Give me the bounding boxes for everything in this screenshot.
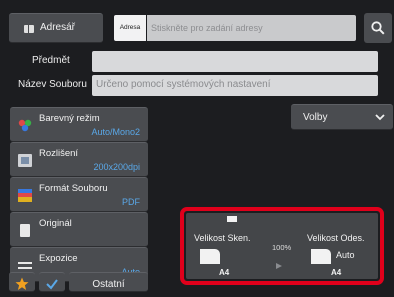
send-size-value: Auto	[336, 250, 355, 260]
resolution-icon	[18, 154, 32, 167]
options-dropdown[interactable]: Volby	[291, 104, 393, 130]
address-book-button[interactable]: Adresář	[9, 13, 103, 43]
subject-label: Předmět	[32, 55, 70, 66]
scan-original-icon	[227, 216, 237, 222]
address-type-label[interactable]: Adresa	[114, 15, 146, 41]
resolution-button[interactable]: Rozlišení 200x200dpi	[10, 142, 148, 177]
file-format-value: PDF	[122, 197, 140, 207]
filename-input[interactable]: Určeno pomocí systémových nastavení	[92, 75, 378, 96]
check-icon	[46, 279, 58, 290]
scan-paper-size: A4	[219, 268, 230, 277]
original-icon	[20, 224, 30, 237]
star-icon	[15, 277, 29, 290]
send-paper-size: A4	[331, 268, 342, 277]
color-mode-icon	[18, 119, 32, 132]
chevron-down-icon	[375, 114, 385, 121]
file-format-button[interactable]: Formát Souboru PDF	[10, 177, 148, 212]
ratio-label: 100%	[272, 243, 292, 252]
file-format-icon	[18, 189, 32, 202]
address-book-icon	[24, 25, 34, 33]
arrow-right-icon	[276, 263, 282, 269]
address-book-label: Adresář	[40, 22, 76, 33]
original-label: Originál	[39, 218, 72, 229]
options-label: Volby	[303, 112, 328, 123]
resolution-value: 200x200dpi	[93, 162, 140, 172]
exposure-icon	[18, 259, 32, 272]
color-mode-value: Auto/Mono2	[91, 127, 140, 137]
original-button[interactable]: Originál	[10, 212, 148, 247]
address-input[interactable]: Stiskněte pro zadání adresy	[147, 15, 356, 41]
other-button[interactable]: Ostatní	[69, 272, 148, 292]
favorite-button[interactable]	[9, 272, 35, 292]
search-button[interactable]	[364, 13, 392, 43]
resolution-label: Rozlišení	[39, 148, 79, 159]
confirm-button[interactable]	[39, 272, 65, 292]
color-mode-button[interactable]: Barevný režim Auto/Mono2	[10, 107, 148, 142]
scan-paper-icon	[200, 249, 220, 264]
search-icon	[371, 21, 385, 35]
exposure-label: Expozice	[39, 253, 78, 264]
scan-size-label: Velikost Sken.	[194, 233, 251, 243]
filename-label: Název Souboru	[18, 79, 87, 90]
file-format-label: Formát Souboru	[39, 183, 108, 194]
color-mode-label: Barevný režim	[39, 113, 100, 124]
send-size-label: Velikost Odes.	[307, 233, 365, 243]
subject-input[interactable]	[92, 51, 378, 72]
send-paper-icon	[311, 249, 331, 264]
